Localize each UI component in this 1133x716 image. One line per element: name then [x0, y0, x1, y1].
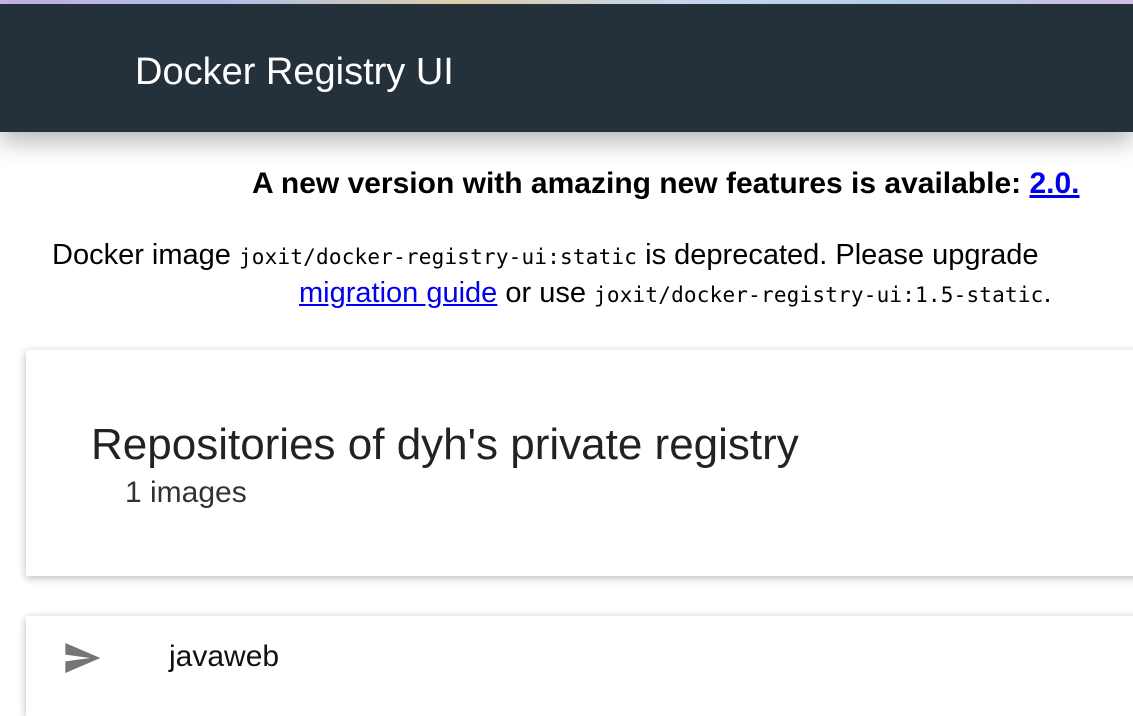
send-icon — [58, 638, 106, 678]
repository-list-item[interactable]: javaweb — [26, 616, 1133, 716]
deprecation-line-1: Docker image joxit/docker-registry-ui:st… — [52, 236, 1039, 276]
old-image-name: joxit/docker-registry-ui:static — [238, 245, 638, 269]
new-image-name: joxit/docker-registry-ui:1.5-static — [594, 283, 1044, 307]
migration-guide-link[interactable]: migration guide — [299, 277, 497, 309]
deprecation-prefix: Docker image — [52, 239, 239, 271]
notice-line: A new version with amazing new features … — [252, 166, 1080, 202]
deprecation-middle: is deprecated. Please upgrade — [637, 239, 1039, 271]
new-version-link[interactable]: 2.0. — [1029, 167, 1079, 200]
deprecation-line-2: migration guide or use joxit/docker-regi… — [299, 274, 1052, 314]
image-count: 1 images — [125, 476, 247, 509]
repository-name[interactable]: javaweb — [169, 639, 279, 675]
deprecation-or-use: or use — [497, 277, 595, 309]
app-header: Docker Registry UI — [0, 4, 1133, 132]
deprecation-suffix: . — [1043, 277, 1052, 309]
registry-title: Repositories of dyh's private registry — [91, 420, 799, 469]
registry-header-card: Repositories of dyh's private registry 1… — [26, 350, 1133, 576]
notice-text: A new version with amazing new features … — [252, 167, 1030, 200]
app-title: Docker Registry UI — [135, 51, 454, 93]
